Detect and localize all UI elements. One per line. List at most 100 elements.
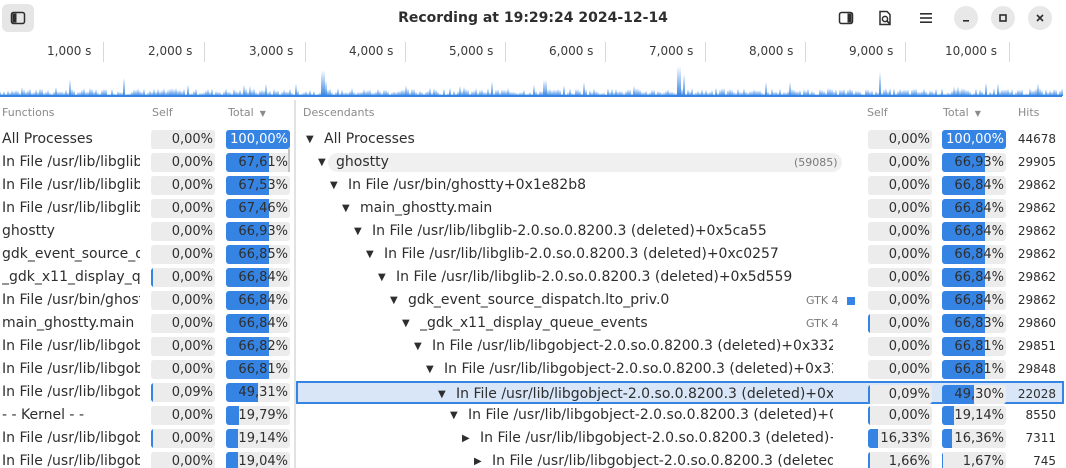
expander-expanded-icon[interactable]: ▼ (378, 266, 386, 289)
close-button[interactable] (1028, 6, 1052, 30)
expander-expanded-icon[interactable]: ▼ (366, 243, 374, 266)
function-row[interactable]: In File /usr/lib/libgobj 0,00% 19,14% (0, 427, 294, 450)
expander-expanded-icon[interactable]: ▼ (330, 174, 338, 197)
descendant-total-percent-text: 19,14% (954, 408, 1004, 423)
expander-expanded-icon[interactable]: ▼ (390, 289, 398, 312)
descendant-row[interactable]: ▶ In File /usr/lib/libgobject-2.0.so.0.82… (296, 427, 1064, 450)
descendant-total-percent-text: 66,84% (954, 270, 1004, 285)
descendant-self-percent-text: 0,00% (888, 293, 930, 308)
function-total-percent-text: 19,79% (238, 408, 288, 423)
descendant-total-percent: 66,84% (942, 268, 1006, 287)
descendants-column-header[interactable]: Descendants (303, 106, 375, 119)
expander-expanded-icon[interactable]: ▼ (318, 151, 326, 174)
descendant-row[interactable]: ▼ In File /usr/lib/libgobject-2.0.so.0.82… (296, 335, 1064, 358)
descendant-row[interactable]: ▼ In File /usr/lib/libgobject-2.0.so.0.82… (296, 404, 1064, 427)
function-total-percent-text: 66,85% (238, 247, 288, 262)
function-self-percent-text: 0,00% (171, 270, 213, 285)
right-sidebar-button[interactable] (830, 4, 862, 32)
descendant-row[interactable]: ▼ main_ghostty.main 0,00% 66,84% 29862 (296, 197, 1064, 220)
timeline-activity-area (0, 66, 1063, 96)
descendant-row[interactable]: ▼ _gdk_x11_display_queue_events GTK 4 0,00%… (296, 312, 1064, 335)
function-self-percent-text: 0,00% (171, 408, 213, 423)
function-total-percent: 66,82% (226, 337, 290, 356)
function-total-percent-text: 67,61% (238, 155, 288, 170)
functions-self-header[interactable]: Self (152, 106, 173, 119)
function-row[interactable]: - - Kernel - - 0,00% 19,79% (0, 404, 294, 427)
descendants-hits-header[interactable]: Hits (1018, 106, 1039, 119)
function-total-percent-fill (226, 452, 238, 468)
function-row[interactable]: In File /usr/lib/libglib- 0,00% 67,61% (0, 151, 294, 174)
expander-collapsed-icon[interactable]: ▶ (474, 450, 482, 468)
function-row[interactable]: In File /usr/lib/libgobj 0,00% 66,81% (0, 358, 294, 381)
function-row[interactable]: All Processes 0,00% 100,00% (0, 128, 294, 151)
descendant-self-percent-fill (868, 429, 878, 448)
function-name: In File /usr/lib/libglib- (2, 177, 140, 193)
function-self-percent-text: 0,00% (171, 155, 213, 170)
function-row[interactable]: In File /usr/lib/libgobj 0,00% 66,82% (0, 335, 294, 358)
functions-total-header[interactable]: Total ▼ (228, 106, 266, 119)
expander-expanded-icon[interactable]: ▼ (342, 197, 350, 220)
main-menu-button[interactable] (910, 4, 942, 32)
descendant-row[interactable]: ▼ gdk_event_source_dispatch.lto_priv.0 GTK… (296, 289, 1064, 312)
descendant-total-percent: 66,81% (942, 360, 1006, 379)
descendant-self-percent: 16,33% (868, 429, 932, 448)
function-row[interactable]: In File /usr/lib/libglib- 0,00% 67,46% (0, 197, 294, 220)
function-self-percent-text: 0,00% (171, 201, 213, 216)
descendant-total-percent-fill (942, 452, 943, 468)
descendant-row[interactable]: ▼ All Processes 0,00% 100,00% 44678 (296, 128, 1064, 151)
descendant-row[interactable]: ▼ In File /usr/lib/libgobject-2.0.so.0.82… (296, 358, 1064, 381)
descendant-total-percent-text: 66,83% (954, 316, 1004, 331)
search-document-button[interactable] (869, 4, 901, 32)
descendant-total-percent-text: 66,93% (954, 155, 1004, 170)
hits-count: 29862 (1017, 270, 1056, 284)
minimize-icon (963, 20, 969, 22)
descendant-row[interactable]: ▼ ghostty (59085) 0,00% 66,93% 29905 (296, 151, 1064, 174)
descendants-total-header[interactable]: Total ▼ (943, 106, 981, 119)
expander-expanded-icon[interactable]: ▼ (426, 358, 434, 381)
function-row[interactable]: In File /usr/lib/libgobj 0,00% 19,04% (0, 450, 294, 468)
expander-expanded-icon[interactable]: ▼ (450, 404, 458, 427)
minimize-button[interactable] (954, 6, 978, 30)
function-row[interactable]: main_ghostty.main 0,00% 66,84% (0, 312, 294, 335)
functions-column-header[interactable]: Functions (2, 106, 55, 119)
function-row[interactable]: In File /usr/lib/libgobj 0,09% 49,31% (0, 381, 294, 404)
expander-expanded-icon[interactable]: ▼ (438, 383, 446, 406)
descendant-total-percent: 66,84% (942, 245, 1006, 264)
maximize-button[interactable] (991, 6, 1015, 30)
descendant-row[interactable]: ▼ In File /usr/bin/ghostty+0x1e82b8 0,00% 6… (296, 174, 1064, 197)
descendant-row[interactable]: ▶ In File /usr/lib/libgobject-2.0.so.0.82… (296, 450, 1064, 468)
descendant-self-percent-text: 0,00% (888, 362, 930, 377)
expander-expanded-icon[interactable]: ▼ (402, 312, 410, 335)
descendant-row[interactable]: ▼ In File /usr/lib/libglib-2.0.so.0.8200.… (296, 266, 1064, 289)
function-row[interactable]: In File /usr/bin/ghostt 0,00% 66,84% (0, 289, 294, 312)
functions-total-header-label: Total (228, 106, 254, 119)
hamburger-menu-icon (920, 13, 932, 23)
descendant-name: In File /usr/lib/libglib-2.0.so.0.8200.3… (372, 223, 767, 239)
descendants-self-header[interactable]: Self (867, 106, 888, 119)
functions-scrollbar[interactable] (288, 148, 290, 172)
descendant-total-percent: 1,67% (942, 452, 1006, 468)
descendant-total-percent-text: 1,67% (962, 454, 1004, 468)
descendant-self-percent: 0,00% (868, 130, 932, 149)
function-row[interactable]: In File /usr/lib/libglib- 0,00% 67,53% (0, 174, 294, 197)
descendant-row[interactable]: ▼ In File /usr/lib/libglib-2.0.so.0.8200.… (296, 220, 1064, 243)
expander-expanded-icon[interactable]: ▼ (414, 335, 422, 358)
maximize-icon (999, 14, 1007, 22)
function-total-percent-fill (226, 429, 238, 448)
function-row[interactable]: ghostty 0,00% 66,93% (0, 220, 294, 243)
descendant-row[interactable]: ▼ In File /usr/lib/libglib-2.0.so.0.8200.… (296, 243, 1064, 266)
function-self-percent: 0,00% (151, 199, 215, 218)
function-total-percent-text: 66,82% (238, 339, 288, 354)
expander-expanded-icon[interactable]: ▼ (354, 220, 362, 243)
function-self-percent: 0,00% (151, 406, 215, 425)
expander-collapsed-icon[interactable]: ▶ (462, 427, 470, 450)
window-title: Recording at 19:29:24 2024-12-14 (398, 10, 668, 26)
function-self-percent-text: 0,00% (171, 454, 213, 468)
expander-expanded-icon[interactable]: ▼ (306, 128, 314, 151)
timeline-overview[interactable]: 1,000 s 2,000 s 3,000 s 4,000 s 5,000 s 6,000… (0, 36, 1066, 100)
descendant-row-selected[interactable]: ▼ In File /usr/lib/libgobject-2.0.so.0.82… (296, 381, 1064, 404)
sidebar-toggle-button[interactable] (2, 4, 34, 32)
function-row[interactable]: gdk_event_source_di 0,00% 66,85% (0, 243, 294, 266)
function-row[interactable]: _gdk_x11_display_que 0,00% 66,84% (0, 266, 294, 289)
descendant-self-percent-fill (868, 406, 870, 425)
